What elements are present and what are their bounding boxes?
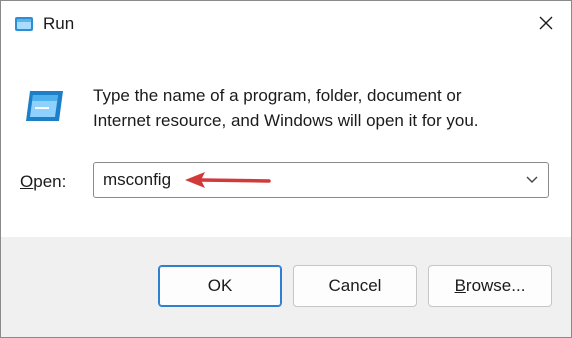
close-button[interactable] — [528, 7, 564, 39]
button-bar: OK Cancel Browse... — [1, 237, 571, 337]
run-dialog-icon — [23, 87, 67, 125]
description-line-2: Internet resource, and Windows will open… — [93, 111, 479, 130]
run-dialog: Run Type the name of a program, folder, … — [0, 0, 572, 338]
open-input-value[interactable]: msconfig — [103, 170, 171, 190]
run-icon — [14, 14, 34, 34]
red-arrow-icon — [185, 172, 271, 188]
browse-button[interactable]: Browse... — [428, 265, 552, 307]
close-icon — [539, 16, 553, 30]
open-combobox[interactable]: msconfig — [93, 162, 549, 198]
dialog-content: Type the name of a program, folder, docu… — [1, 45, 571, 237]
browse-rest: rowse... — [465, 276, 526, 295]
ok-button[interactable]: OK — [158, 265, 282, 307]
chevron-down-icon[interactable] — [526, 175, 538, 185]
open-label-rest: pen: — [33, 172, 67, 191]
cancel-button[interactable]: Cancel — [293, 265, 417, 307]
open-label-accel: O — [20, 172, 34, 191]
title-bar: Run — [1, 1, 571, 45]
open-label: Open: — [20, 172, 66, 192]
description-line-1: Type the name of a program, folder, docu… — [93, 86, 462, 105]
browse-accel: B — [454, 276, 466, 295]
description: Type the name of a program, folder, docu… — [93, 83, 553, 133]
window-title: Run — [43, 14, 75, 33]
